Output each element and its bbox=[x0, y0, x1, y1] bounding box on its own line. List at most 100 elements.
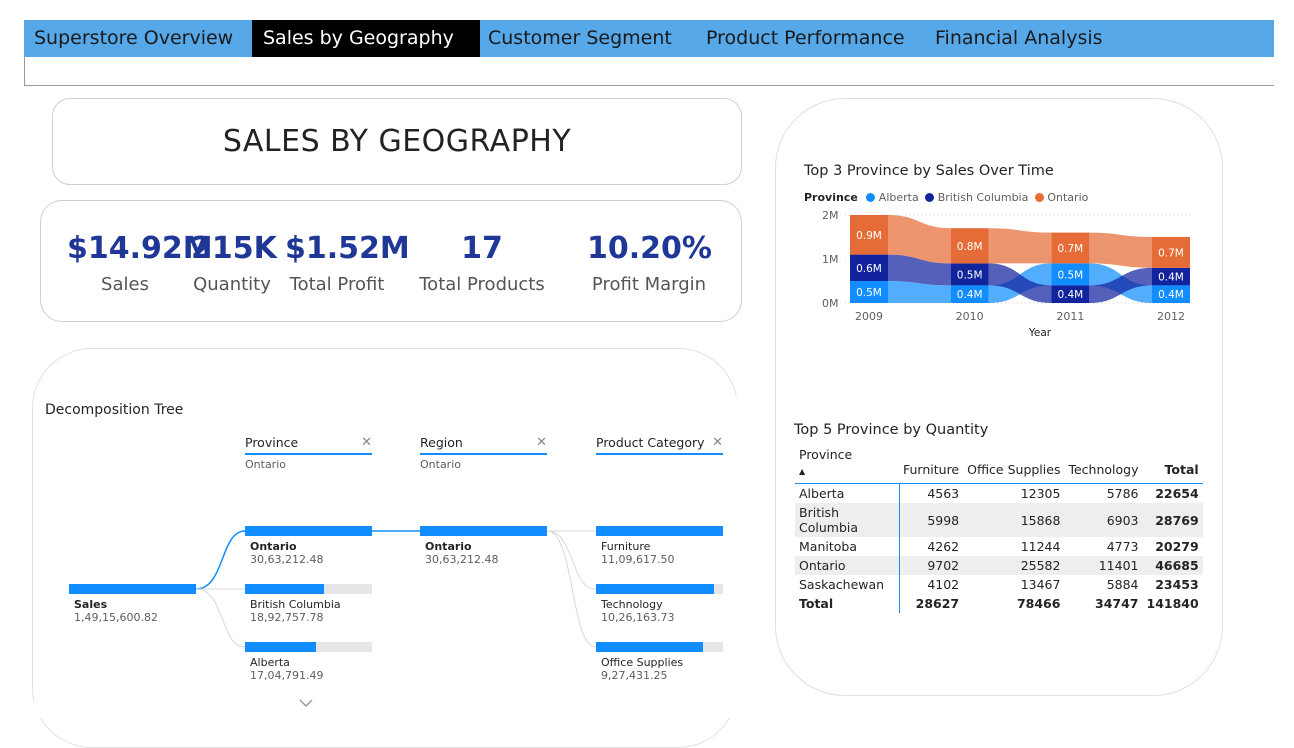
table-cell: 141840 bbox=[1146, 596, 1199, 611]
column-header-office-supplies[interactable]: Office Supplies bbox=[963, 445, 1065, 484]
table-cell: 4563 bbox=[927, 486, 960, 501]
table-cell: 20279 bbox=[1155, 539, 1199, 554]
table-cell: 4773 bbox=[1106, 539, 1139, 554]
bar-fill bbox=[596, 642, 703, 652]
table-cell: 22654 bbox=[1155, 486, 1199, 501]
legend-marker-ontario bbox=[1034, 193, 1044, 202]
data-label: 0.9M bbox=[856, 230, 882, 242]
node-name: Office Supplies bbox=[601, 656, 684, 669]
table-cell: 4262 bbox=[927, 539, 960, 554]
chart-legend: Province Alberta British Columbia Ontari… bbox=[804, 191, 1088, 204]
y-tick-label: 1M bbox=[822, 253, 839, 266]
table-row[interactable]: Saskachewan 4102 13467 5884 23453 bbox=[795, 575, 1203, 594]
x-tick-label: 2011 bbox=[1056, 310, 1084, 323]
data-label: 0.7M bbox=[1158, 247, 1184, 259]
x-tick-label: 2009 bbox=[855, 310, 883, 323]
table-cell: 5998 bbox=[899, 503, 964, 537]
node-bar-british-columbia[interactable] bbox=[245, 584, 372, 594]
node-value: 17,04,791.49 bbox=[250, 669, 324, 682]
table-cell: Ontario bbox=[795, 556, 900, 575]
root-node-value: 1,49,15,600.82 bbox=[74, 611, 158, 624]
x-axis-label: Year bbox=[1028, 327, 1052, 339]
column-header-province[interactable]: Province ▲ bbox=[795, 445, 899, 484]
bar-fill bbox=[596, 584, 715, 594]
table-cell: Saskachewan bbox=[795, 575, 900, 594]
connector bbox=[546, 530, 597, 648]
data-label: 0.4M bbox=[957, 289, 983, 301]
tab-financial-analysis[interactable]: Financial Analysis bbox=[935, 20, 1103, 57]
table-title: Top 5 Province by Quantity bbox=[794, 422, 989, 438]
x-tick-label: 2010 bbox=[956, 310, 984, 323]
node-name: Alberta bbox=[250, 656, 290, 669]
legend-label: Alberta bbox=[878, 191, 919, 204]
chart-title: Top 3 Province by Sales Over Time bbox=[804, 163, 1054, 179]
column-header-total[interactable]: Total bbox=[1142, 445, 1203, 484]
ribbon-ontario bbox=[988, 228, 1052, 264]
table-cell: 28627 bbox=[915, 596, 960, 611]
table-total-row: Total 28627 78466 34747 141840 bbox=[795, 594, 1203, 613]
table-cell: 12305 bbox=[1020, 486, 1061, 501]
table-cell: 23453 bbox=[1155, 577, 1199, 592]
bar-fill bbox=[245, 526, 372, 536]
node-bar-region-ontario[interactable] bbox=[420, 526, 547, 536]
data-label: 0.5M bbox=[957, 269, 983, 281]
chevron-down-icon[interactable] bbox=[298, 698, 314, 708]
node-bar-ontario[interactable] bbox=[245, 526, 372, 536]
bar-fill bbox=[69, 584, 196, 594]
connector bbox=[546, 530, 597, 590]
node-name: British Columbia bbox=[250, 598, 341, 611]
bar-fill bbox=[596, 526, 723, 536]
node-value: 11,09,617.50 bbox=[601, 553, 675, 566]
node-bar-alberta[interactable] bbox=[245, 642, 372, 652]
legend-label: Ontario bbox=[1047, 191, 1089, 204]
node-value: 30,63,212.48 bbox=[250, 553, 324, 566]
x-tick-label: 2012 bbox=[1157, 310, 1185, 323]
province-quantity-table: Province ▲ Furniture Office Supplies Tech… bbox=[795, 445, 1203, 613]
table-cell: Total bbox=[795, 594, 900, 613]
data-label: 0.5M bbox=[856, 287, 882, 299]
data-label: 0.6M bbox=[856, 263, 882, 275]
table-row[interactable]: Manitoba 4262 11244 4773 20279 bbox=[795, 537, 1203, 556]
table-row[interactable]: Ontario 9702 25582 11401 46685 bbox=[795, 556, 1203, 575]
column-header-technology[interactable]: Technology bbox=[1064, 445, 1143, 484]
node-value: 10,26,163.73 bbox=[601, 611, 675, 624]
table-cell: 5884 bbox=[1106, 577, 1139, 592]
y-tick-label: 2M bbox=[822, 209, 839, 222]
legend-marker-british-columbia bbox=[925, 193, 935, 202]
ribbon-ontario bbox=[1089, 232, 1152, 268]
table-row[interactable]: British Columbia 5998 15868 6903 28769 bbox=[795, 503, 1203, 537]
table-cell: 11401 bbox=[1064, 556, 1143, 575]
bar-fill bbox=[245, 642, 317, 652]
table-row[interactable]: Alberta 4563 12305 5786 22654 bbox=[795, 483, 1203, 503]
table-cell: 4102 bbox=[927, 577, 960, 592]
node-bar-furniture[interactable] bbox=[596, 526, 723, 536]
root-bar[interactable] bbox=[69, 584, 196, 594]
node-name: Furniture bbox=[601, 540, 651, 553]
node-bar-technology[interactable] bbox=[596, 584, 723, 594]
table-cell: Manitoba bbox=[795, 537, 900, 556]
bar-fill bbox=[245, 584, 324, 594]
table-cell: 6903 bbox=[1064, 503, 1143, 537]
table-cell: 15868 bbox=[963, 503, 1065, 537]
connector bbox=[195, 588, 246, 648]
y-tick-label: 0M bbox=[822, 297, 839, 310]
table-cell: 13467 bbox=[1020, 577, 1061, 592]
table-cell: Alberta bbox=[795, 483, 900, 503]
data-label: 0.8M bbox=[957, 241, 983, 253]
node-bar-office-supplies[interactable] bbox=[596, 642, 723, 652]
node-value: 9,27,431.25 bbox=[601, 669, 668, 682]
node-name: Technology bbox=[601, 598, 663, 611]
legend-label: British Columbia bbox=[937, 191, 1029, 204]
node-name: Ontario bbox=[250, 540, 297, 553]
sort-ascending-icon[interactable]: ▲ bbox=[799, 467, 805, 476]
table-cell: 9702 bbox=[899, 556, 964, 575]
table-cell: 28769 bbox=[1142, 503, 1203, 537]
legend-title: Province bbox=[804, 191, 858, 204]
column-header-furniture[interactable]: Furniture bbox=[899, 445, 964, 484]
node-value: 18,92,757.78 bbox=[250, 611, 324, 624]
bar-fill bbox=[420, 526, 547, 536]
data-label: 0.4M bbox=[1158, 289, 1184, 301]
ribbon-chart[interactable]: 0M 1M 2M 0.5M 0.4M 0.5M 0.4M 0.6M 0.5M 0.4M 0.4M 0.… bbox=[795, 205, 1200, 350]
node-value: 30,63,212.48 bbox=[425, 553, 499, 566]
legend-marker-alberta bbox=[866, 193, 876, 202]
